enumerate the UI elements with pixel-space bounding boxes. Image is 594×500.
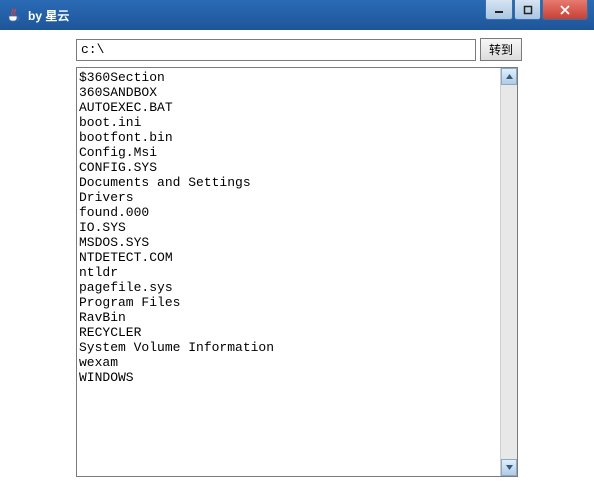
go-button[interactable]: 转到 [480,38,522,61]
list-item[interactable]: pagefile.sys [79,280,498,295]
list-item[interactable]: System Volume Information [79,340,498,355]
list-item[interactable]: wexam [79,355,498,370]
list-item[interactable]: found.000 [79,205,498,220]
list-item[interactable]: RavBin [79,310,498,325]
titlebar[interactable]: by 星云 [0,0,594,30]
list-item[interactable]: Drivers [79,190,498,205]
window-controls [484,0,594,20]
list-item[interactable]: $360Section [79,70,498,85]
scroll-down-button[interactable] [501,459,517,476]
list-item[interactable]: WINDOWS [79,370,498,385]
list-item[interactable]: bootfont.bin [79,130,498,145]
list-item[interactable]: RECYCLER [79,325,498,340]
list-item[interactable]: AUTOEXEC.BAT [79,100,498,115]
scroll-up-button[interactable] [501,68,517,85]
window-title: by 星云 [28,7,484,24]
list-item[interactable]: 360SANDBOX [79,85,498,100]
client-area: 转到 $360Section360SANDBOXAUTOEXEC.BATboot… [0,30,594,485]
file-list[interactable]: $360Section360SANDBOXAUTOEXEC.BATboot.in… [77,68,500,476]
list-item[interactable]: NTDETECT.COM [79,250,498,265]
list-container: $360Section360SANDBOXAUTOEXEC.BATboot.in… [76,67,518,477]
list-item[interactable]: Program Files [79,295,498,310]
list-item[interactable]: ntldr [79,265,498,280]
list-item[interactable]: CONFIG.SYS [79,160,498,175]
list-item[interactable]: Config.Msi [79,145,498,160]
vertical-scrollbar[interactable] [500,68,517,476]
app-window: by 星云 转到 $360Section360SANDBOXAUTOEXEC.B… [0,0,594,500]
path-input[interactable] [76,39,476,61]
maximize-button[interactable] [514,0,541,20]
minimize-button[interactable] [485,0,513,20]
list-item[interactable]: IO.SYS [79,220,498,235]
list-item[interactable]: MSDOS.SYS [79,235,498,250]
list-item[interactable]: boot.ini [79,115,498,130]
list-item[interactable]: Documents and Settings [79,175,498,190]
java-cup-icon [6,7,22,23]
close-button[interactable] [542,0,588,20]
path-row: 转到 [76,38,590,61]
